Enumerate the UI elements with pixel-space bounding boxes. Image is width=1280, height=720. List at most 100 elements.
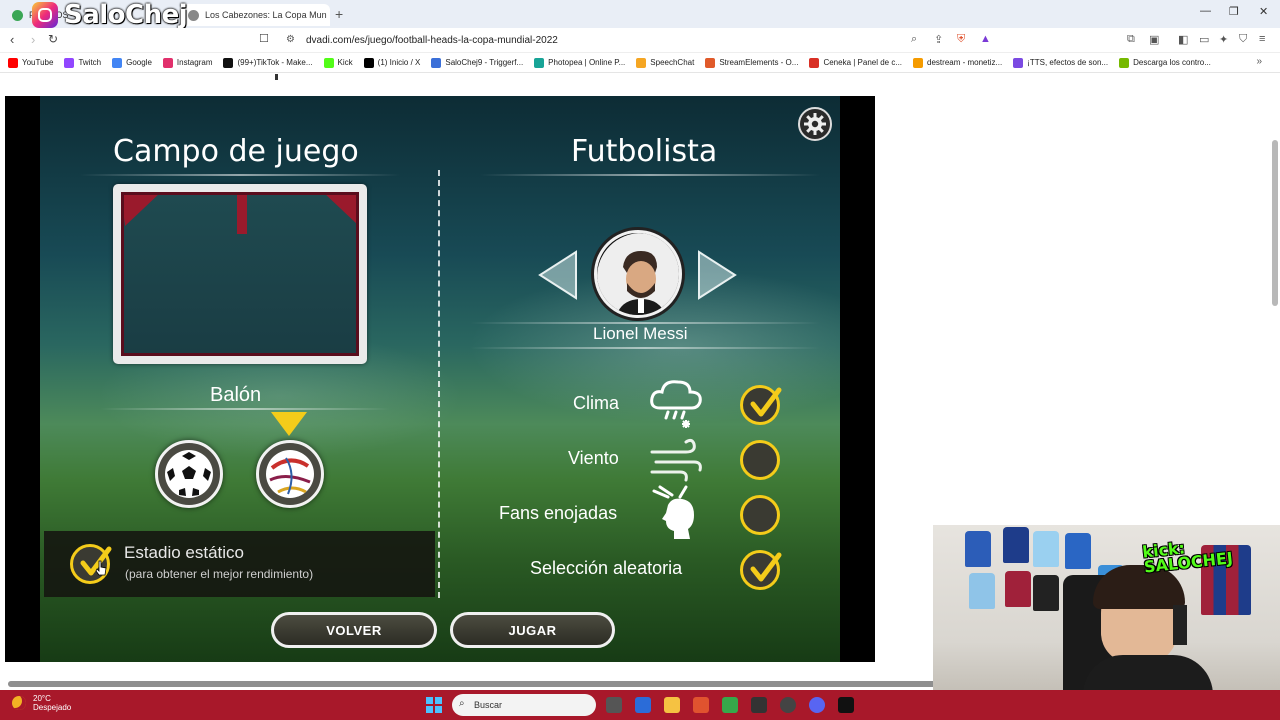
search-placeholder: Buscar — [474, 700, 503, 710]
search-icon: ⌕ — [459, 698, 465, 709]
field-preview[interactable] — [113, 184, 367, 364]
bookmark-label: Descarga los contro... — [1133, 58, 1211, 67]
bookmark-item[interactable]: YouTube — [8, 57, 53, 68]
bookmark-item[interactable]: Twitch — [64, 57, 101, 68]
tiktok-icon[interactable] — [838, 697, 854, 713]
settings-button[interactable] — [798, 107, 832, 141]
player-title: Futbolista — [571, 134, 718, 169]
share-icon[interactable]: ⇪ — [934, 33, 943, 46]
option-label-angry-fans: Fans enojadas — [499, 503, 618, 523]
bookmark-favicon-icon — [162, 57, 173, 68]
play-button[interactable]: JUGAR — [450, 612, 615, 648]
taskbar-search[interactable]: ⌕ Buscar — [452, 694, 596, 716]
more-bookmarks-icon[interactable]: » — [1256, 56, 1262, 67]
back-button[interactable]: VOLVER — [271, 612, 437, 648]
tab-search-icon[interactable]: ▣ — [1149, 33, 1159, 46]
bookmark-label: StreamElements - O... — [719, 58, 799, 67]
tab-active[interactable]: Los Cabezones: La Copa Mun ✕ — [180, 4, 330, 26]
obs-icon[interactable] — [751, 697, 767, 713]
page-fragment — [275, 74, 278, 80]
zoom-icon[interactable]: ⌕ — [911, 33, 917, 46]
weather-widget[interactable]: 20°C Despejado — [12, 694, 71, 712]
bookmark-item[interactable]: Google — [112, 57, 152, 68]
title-underline — [80, 174, 400, 176]
maximize-icon[interactable]: ❐ — [1229, 5, 1239, 18]
bookmark-favicon-icon — [363, 57, 374, 68]
close-tab-icon[interactable]: ✕ — [327, 10, 330, 21]
wind-checkbox[interactable] — [740, 440, 780, 480]
instagram-icon — [32, 2, 58, 28]
vertical-scrollbar[interactable] — [1272, 140, 1278, 306]
bookmark-favicon-icon — [534, 57, 545, 68]
bookmark-icon[interactable]: ☐ — [259, 32, 269, 45]
bookmark-item[interactable]: (1) Inicio / X — [363, 57, 420, 68]
bookmark-item[interactable]: Ceneka | Panel de c... — [809, 57, 902, 68]
site-info-icon[interactable]: ⚙ — [286, 34, 295, 45]
rewards-icon[interactable]: ▲ — [980, 33, 991, 45]
store-icon[interactable] — [635, 697, 651, 713]
bookmark-item[interactable]: Instagram — [162, 57, 213, 68]
bookmark-item[interactable]: destream - monetiz... — [913, 57, 1003, 68]
extensions-icon[interactable]: ⧉ — [1127, 33, 1135, 46]
bookmark-item[interactable]: StreamElements - O... — [705, 57, 799, 68]
player-name: Lionel Messi — [593, 324, 688, 343]
sidebar-icon[interactable]: ◧ — [1178, 33, 1188, 46]
weather-condition: Despejado — [33, 703, 72, 712]
task-view-icon[interactable] — [606, 697, 622, 713]
leo-icon[interactable]: ✦ — [1219, 33, 1228, 46]
weather-icon — [650, 380, 702, 428]
player-avatar — [594, 230, 682, 318]
bookmark-item[interactable]: (99+)TikTok - Make... — [223, 57, 313, 68]
random-selection-checkbox[interactable] — [740, 550, 782, 590]
wallet-icon[interactable]: ▭ — [1199, 33, 1209, 46]
file-explorer-icon[interactable] — [664, 697, 680, 713]
minimize-icon[interactable]: — — [1200, 5, 1211, 17]
ball-option-classic[interactable] — [155, 440, 223, 508]
field-title: Campo de juego — [113, 134, 359, 169]
tab-favicon — [12, 9, 23, 21]
angry-fans-checkbox[interactable] — [740, 495, 780, 535]
tab-label: Los Cabezones: La Copa Mun — [205, 10, 327, 20]
option-label-weather: Clima — [573, 393, 620, 413]
checkmark-icon — [750, 387, 782, 417]
scrollbar-thumb[interactable] — [8, 681, 938, 687]
reload-icon[interactable]: ↻ — [48, 32, 58, 46]
bookmark-favicon-icon — [809, 57, 820, 68]
next-player-button[interactable] — [697, 250, 737, 300]
menu-icon[interactable]: ≡ — [1259, 33, 1265, 45]
bookmark-item[interactable]: Descarga los contro... — [1119, 57, 1211, 68]
bookmark-favicon-icon — [64, 57, 75, 68]
ball-option-worldcup[interactable] — [256, 440, 324, 508]
forward-icon[interactable]: › — [31, 32, 35, 47]
previous-player-button[interactable] — [538, 250, 578, 300]
bookmark-label: ¡TTS, efectos de son... — [1027, 58, 1109, 67]
bookmark-favicon-icon — [223, 57, 234, 68]
bookmark-favicon-icon — [1013, 57, 1024, 68]
weather-checkbox[interactable] — [740, 385, 782, 425]
vpn-icon[interactable]: ⛉ — [1239, 33, 1247, 46]
brave-browser-icon[interactable] — [693, 697, 709, 713]
address-bar[interactable]: ⚙ dvadi.com/es/juego/football-heads-la-c… — [278, 30, 998, 51]
bookmark-item[interactable]: Photopea | Online P... — [534, 57, 625, 68]
bookmark-favicon-icon — [112, 57, 123, 68]
bookmark-item[interactable]: Kick — [323, 57, 353, 68]
bookmark-label: Instagram — [176, 58, 213, 67]
app-icon[interactable] — [722, 697, 738, 713]
static-stadium-sublabel: (para obtener el mejor rendimiento) — [125, 567, 314, 581]
back-icon[interactable]: ‹ — [10, 32, 14, 47]
bookmark-label: SpeechChat — [650, 58, 695, 67]
bookmark-favicon-icon — [913, 57, 924, 68]
bookmark-label: destream - monetiz... — [927, 58, 1003, 67]
new-tab-button[interactable]: + — [335, 6, 343, 22]
bookmark-item[interactable]: ¡TTS, efectos de son... — [1013, 57, 1109, 68]
goal-posts-graphic — [124, 195, 356, 234]
bookmark-item[interactable]: SaloChej9 - Triggerf... — [431, 57, 523, 68]
steam-icon[interactable] — [780, 697, 796, 713]
jersey-decoration — [1065, 533, 1091, 569]
bookmark-item[interactable]: SpeechChat — [636, 57, 695, 68]
shield-icon[interactable]: ⛨ — [957, 33, 965, 46]
windows-start-icon[interactable] — [426, 697, 442, 713]
label-underline — [100, 408, 390, 410]
close-window-icon[interactable]: ✕ — [1259, 5, 1268, 18]
discord-icon[interactable] — [809, 697, 825, 713]
